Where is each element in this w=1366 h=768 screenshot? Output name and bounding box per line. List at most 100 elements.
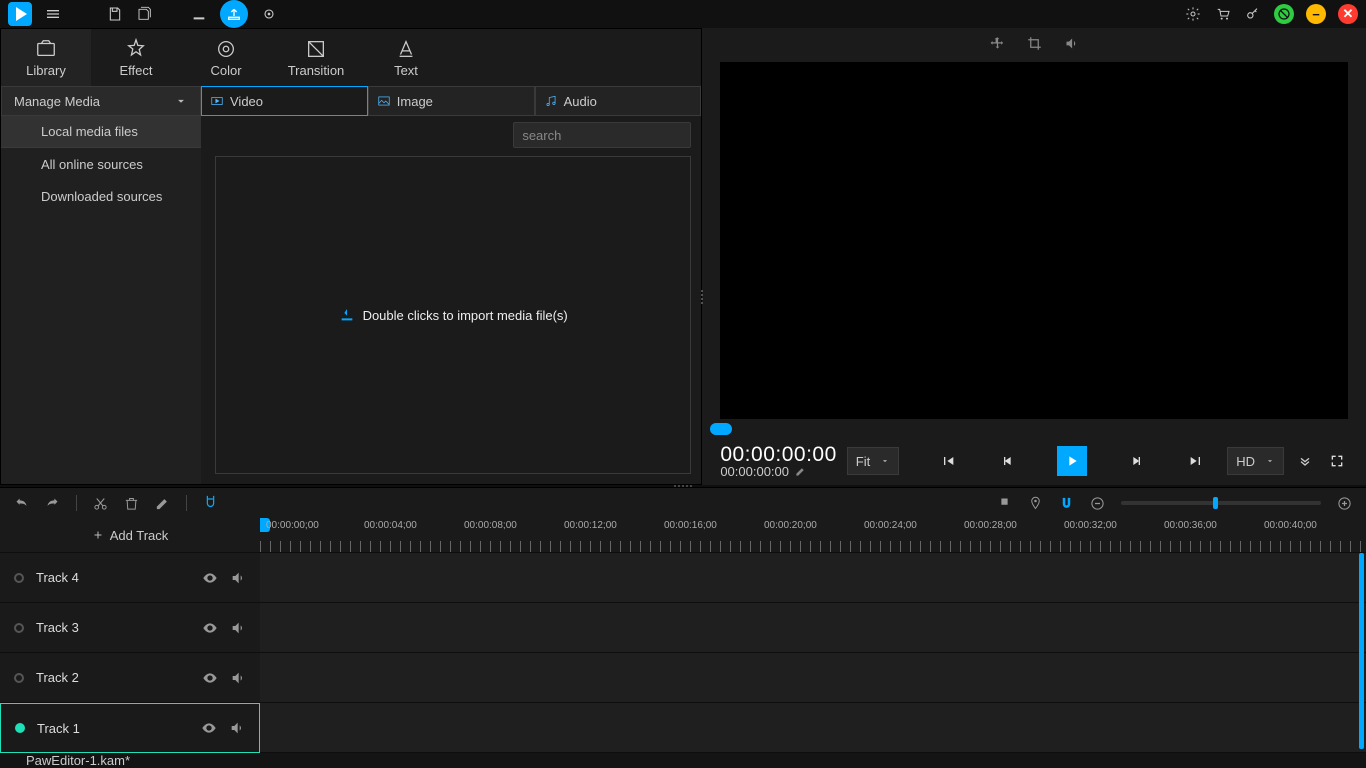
close-button[interactable]: ✕ xyxy=(1338,4,1358,24)
eye-icon[interactable] xyxy=(202,620,218,636)
search-field[interactable] xyxy=(522,128,698,143)
mediatab-audio[interactable]: Audio xyxy=(535,86,702,116)
timecode-current: 00:00:00:00 xyxy=(720,444,836,465)
fit-select[interactable]: Fit xyxy=(847,447,899,475)
workspace: Library Effect Color Transition Text Man… xyxy=(0,28,1366,485)
preview-viewport[interactable] xyxy=(720,62,1348,419)
eye-icon[interactable] xyxy=(201,720,217,736)
media-panel: Library Effect Color Transition Text Man… xyxy=(0,28,702,485)
sidebar-item-downloaded[interactable]: Downloaded sources xyxy=(1,180,201,212)
fullscreen-button[interactable] xyxy=(1326,450,1348,472)
preview-panel: 00:00:00:00 00:00:00:00 Fit HD xyxy=(702,28,1366,485)
dropzone-label: Double clicks to import media file(s) xyxy=(363,308,568,323)
resize-grip[interactable] xyxy=(701,285,705,309)
tab-library[interactable]: Library xyxy=(1,29,91,86)
settings-icon[interactable] xyxy=(1184,5,1202,23)
sidebar-item-online[interactable]: All online sources xyxy=(1,148,201,180)
speaker-icon[interactable] xyxy=(230,670,246,686)
cart-icon[interactable] xyxy=(1214,5,1232,23)
tab-label: Color xyxy=(210,63,241,78)
save-icon[interactable] xyxy=(106,5,124,23)
tab-label: Effect xyxy=(119,63,152,78)
track-lane[interactable] xyxy=(260,653,1366,703)
app-logo xyxy=(8,2,32,26)
download-icon xyxy=(339,307,355,323)
cut-icon[interactable] xyxy=(93,496,108,511)
next-frame-button[interactable] xyxy=(1125,450,1147,472)
track-lane[interactable] xyxy=(260,603,1366,653)
magnet-icon[interactable] xyxy=(1059,496,1074,511)
preview-scrubber[interactable] xyxy=(702,421,1366,437)
record-icon[interactable] xyxy=(260,5,278,23)
save-all-icon[interactable] xyxy=(136,5,154,23)
edit-icon[interactable] xyxy=(795,466,806,477)
crop-icon[interactable] xyxy=(1027,36,1042,51)
redo-icon[interactable] xyxy=(45,496,60,511)
zoom-out-icon[interactable] xyxy=(1090,496,1105,511)
timeline-panel: Add Track Track 4 Track 3 Track 2 Track … xyxy=(0,487,1366,753)
volume-icon[interactable] xyxy=(1064,36,1079,51)
speaker-icon[interactable] xyxy=(230,620,246,636)
track-lane[interactable] xyxy=(260,703,1366,753)
track-header[interactable]: Track 4 xyxy=(0,553,260,603)
menu-icon[interactable] xyxy=(44,5,62,23)
tab-effect[interactable]: Effect xyxy=(91,29,181,86)
quality-select[interactable]: HD xyxy=(1227,447,1284,475)
collapse-icon[interactable] xyxy=(1294,450,1316,472)
export-icon[interactable] xyxy=(220,0,248,28)
edit-clip-icon[interactable] xyxy=(155,496,170,511)
record-toggle[interactable] xyxy=(15,723,25,733)
import-dropzone[interactable]: Double clicks to import media file(s) xyxy=(215,156,691,474)
speaker-icon[interactable] xyxy=(230,570,246,586)
track-lanes[interactable]: 00:00:00;00 00:00:04;00 00:00:08;00 00:0… xyxy=(260,518,1366,753)
speaker-icon[interactable] xyxy=(229,720,245,736)
mediatab-video[interactable]: Video xyxy=(201,86,368,116)
minimize-button[interactable] xyxy=(1274,4,1294,24)
maximize-button[interactable]: − xyxy=(1306,4,1326,24)
search-input[interactable] xyxy=(513,122,691,148)
panel-tabs: Library Effect Color Transition Text xyxy=(1,29,701,86)
snap-icon[interactable] xyxy=(203,494,218,509)
tab-text[interactable]: Text xyxy=(361,29,451,86)
tab-color[interactable]: Color xyxy=(181,29,271,86)
mediatab-image[interactable]: Image xyxy=(368,86,535,116)
add-track-button[interactable]: Add Track xyxy=(0,518,260,553)
goto-start-button[interactable] xyxy=(937,450,959,472)
timeline-scrollbar[interactable] xyxy=(1359,553,1364,749)
media-sidebar: Manage Media Local media files All onlin… xyxy=(1,86,201,484)
zoom-slider[interactable] xyxy=(1121,501,1321,505)
eye-icon[interactable] xyxy=(202,570,218,586)
scrub-knob[interactable] xyxy=(710,423,732,435)
pin-icon[interactable] xyxy=(1028,496,1043,511)
zoom-in-icon[interactable] xyxy=(1337,496,1352,511)
tab-label: Library xyxy=(26,63,66,78)
marker-icon[interactable] xyxy=(997,496,1012,511)
timecode-duration: 00:00:00:00 xyxy=(720,465,789,478)
zoom-knob[interactable] xyxy=(1213,497,1218,509)
record-toggle[interactable] xyxy=(14,623,24,633)
play-button[interactable] xyxy=(1057,446,1087,476)
manage-media-dropdown[interactable]: Manage Media xyxy=(1,86,201,116)
filename-label: PawEditor-1.kam* xyxy=(26,753,130,768)
tab-label: Text xyxy=(394,63,418,78)
prev-frame-button[interactable] xyxy=(997,450,1019,472)
track-header[interactable]: Track 3 xyxy=(0,603,260,653)
tab-transition[interactable]: Transition xyxy=(271,29,361,86)
import-icon[interactable] xyxy=(190,5,208,23)
time-ruler[interactable]: 00:00:00;00 00:00:04;00 00:00:08;00 00:0… xyxy=(260,518,1366,553)
preview-tools xyxy=(702,28,1366,58)
move-icon[interactable] xyxy=(990,36,1005,51)
track-lane[interactable] xyxy=(260,553,1366,603)
track-header[interactable]: Track 1 xyxy=(0,703,260,753)
titlebar: − ✕ xyxy=(0,0,1366,28)
timecode: 00:00:00:00 00:00:00:00 xyxy=(720,444,836,478)
record-toggle[interactable] xyxy=(14,573,24,583)
track-header[interactable]: Track 2 xyxy=(0,653,260,703)
undo-icon[interactable] xyxy=(14,496,29,511)
sidebar-item-local[interactable]: Local media files xyxy=(1,116,201,148)
goto-end-button[interactable] xyxy=(1185,450,1207,472)
eye-icon[interactable] xyxy=(202,670,218,686)
key-icon[interactable] xyxy=(1244,5,1262,23)
delete-icon[interactable] xyxy=(124,496,139,511)
record-toggle[interactable] xyxy=(14,673,24,683)
